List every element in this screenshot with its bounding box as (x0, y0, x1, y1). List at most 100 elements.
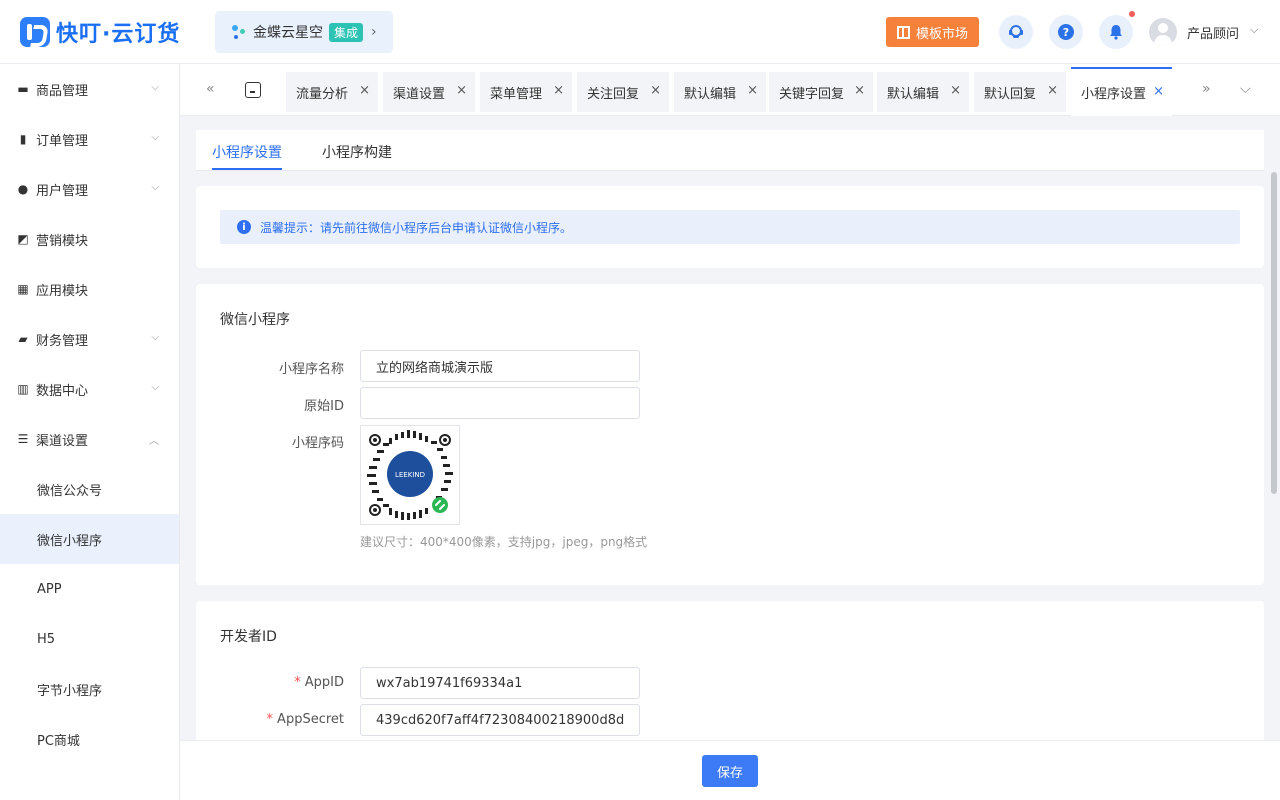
save-button[interactable]: 保存 (702, 755, 758, 787)
sidebar-sub-app[interactable]: APP (0, 564, 179, 614)
close-icon[interactable]: × (854, 83, 865, 98)
sub-tabs: 小程序设置 小程序构建 (196, 130, 1264, 171)
scrollbar[interactable] (1271, 172, 1277, 494)
subtab-mini-build[interactable]: 小程序构建 (322, 142, 392, 162)
tab-label: 默认回复 (984, 86, 1037, 102)
sidebar-item-finance[interactable]: ▰ 财务管理 ⌵ (0, 314, 179, 364)
notice-card: i 温馨提示：请先前往微信小程序后台申请认证微信小程序。 (196, 186, 1264, 268)
mini-name-input[interactable]: 立的网络商城演示版 (360, 350, 640, 382)
notification-dot (1129, 11, 1135, 17)
sidebar-item-orders[interactable]: ▮ 订单管理 ⌵ (0, 114, 179, 164)
chevron-down-icon[interactable]: ⌵ (1250, 23, 1258, 37)
wallet-icon: ▰ (18, 332, 28, 346)
template-market-label: 模板市场 (915, 26, 968, 42)
close-icon[interactable]: × (1153, 84, 1164, 99)
appsecret-input[interactable]: 439cd620f7aff4f72308400218900d8d (360, 704, 640, 736)
tab-menu[interactable]: 菜单管理 × (480, 72, 572, 112)
sidebar-sub-bytedance[interactable]: 字节小程序 (0, 664, 179, 714)
user-icon: ● (17, 182, 29, 196)
sidebar-item-label: 应用模块 (36, 283, 89, 299)
footer-bar: 保存 (180, 740, 1280, 800)
chevron-down-icon: ⌵ (151, 332, 159, 343)
sidebar-item-label: 数据中心 (36, 383, 89, 399)
sidebar-item-label: 订单管理 (36, 133, 89, 149)
sidebar-item-apps[interactable]: ▦ 应用模块 (0, 264, 179, 314)
avatar[interactable] (1149, 18, 1177, 46)
sidebar-item-data[interactable]: ▥ 数据中心 ⌵ (0, 364, 179, 414)
app-logo[interactable]: 快叮·云订货 (20, 16, 180, 48)
required-mark: * (294, 675, 301, 690)
bar-chart-icon: ▥ (17, 382, 29, 396)
sidebar: ▬ 商品管理 ⌵ ▮ 订单管理 ⌵ ● 用户管理 ⌵ ◩ 营销模块 ▦ 应用模块… (0, 64, 180, 800)
close-icon[interactable]: × (553, 83, 564, 98)
sidebar-sub-pc[interactable]: PC商城 (0, 714, 179, 764)
chevron-down-icon: ⌵ (151, 82, 159, 93)
grid-icon: ▦ (17, 282, 29, 296)
tab-follow-reply[interactable]: 关注回复 × (577, 72, 669, 112)
developer-card: 开发者ID * AppID wx7ab19741f69334a1 * AppSecr… (196, 601, 1264, 740)
appsecret-label-text: AppSecret (277, 712, 344, 727)
close-icon[interactable]: × (1047, 83, 1058, 98)
qr-logo-text: LEEKIND (395, 471, 425, 479)
clipboard-icon: ▮ (19, 132, 27, 146)
section-title: 微信小程序 (220, 312, 290, 328)
name-label: 小程序名称 (278, 362, 344, 377)
mini-program-card: 微信小程序 小程序名称 立的网络商城演示版 原始ID 小程序码 LEEKIND … (196, 284, 1264, 585)
tab-default-edit-2[interactable]: 默认编辑 × (877, 72, 969, 112)
brand-name: 金蝶云星空 (253, 25, 323, 41)
notice-text: 温馨提示：请先前往微信小程序后台申请认证微信小程序。 (260, 220, 573, 235)
bell-icon[interactable] (1099, 15, 1133, 49)
close-icon[interactable]: × (650, 83, 661, 98)
tab-label: 默认编辑 (684, 86, 737, 102)
tab-label: 小程序设置 (1081, 87, 1147, 102)
template-market-button[interactable]: 模板市场 (886, 17, 979, 47)
top-header: 快叮·云订货 金蝶云星空 集成 › 模板市场 ? 产品顾问 ⌵ (0, 0, 1280, 64)
home-icon[interactable] (245, 82, 261, 98)
close-icon[interactable]: × (359, 83, 370, 98)
tab-label: 关键字回复 (779, 86, 845, 102)
sidebar-item-users[interactable]: ● 用户管理 ⌵ (0, 164, 179, 214)
sidebar-sub-h5[interactable]: H5 (0, 614, 179, 664)
svg-text:?: ? (1063, 26, 1069, 39)
origin-id-input[interactable] (360, 387, 640, 419)
chevron-right-icon: › (371, 24, 377, 40)
sidebar-sub-wechat-mini[interactable]: 微信小程序 (0, 514, 179, 564)
active-tab-indicator (212, 168, 282, 170)
list-icon: ☰ (17, 432, 29, 446)
appid-input[interactable]: wx7ab19741f69334a1 (360, 667, 640, 699)
mini-program-code-image: LEEKIND (367, 430, 453, 520)
origin-id-label: 原始ID (304, 399, 344, 414)
user-name[interactable]: 产品顾问 (1187, 23, 1239, 42)
close-icon[interactable]: × (747, 83, 758, 98)
required-mark: * (266, 712, 274, 727)
sidebar-sub-wechat-official[interactable]: 微信公众号 (0, 464, 179, 514)
support-icon[interactable] (999, 15, 1033, 49)
close-icon[interactable]: × (950, 83, 961, 98)
sidebar-item-marketing[interactable]: ◩ 营销模块 (0, 214, 179, 264)
tab-label: 默认编辑 (887, 86, 940, 102)
tab-mini-settings[interactable]: 小程序设置 × (1071, 67, 1172, 116)
image-size-hint: 建议尺寸：400*400像素，支持jpg，jpeg，png格式 (360, 535, 648, 549)
qr-code-upload[interactable]: LEEKIND (360, 425, 460, 525)
tab-traffic[interactable]: 流量分析 × (286, 72, 378, 112)
close-icon[interactable]: × (456, 83, 467, 98)
sidebar-item-channel[interactable]: ☰ 渠道设置 ︿ (0, 414, 179, 464)
notice-banner: i 温馨提示：请先前往微信小程序后台申请认证微信小程序。 (220, 210, 1240, 244)
double-chevron-left-icon[interactable]: « (206, 81, 215, 97)
integration-chip[interactable]: 金蝶云星空 集成 › (215, 11, 393, 53)
help-icon[interactable]: ? (1049, 15, 1083, 49)
tab-default-reply[interactable]: 默认回复 × (974, 72, 1066, 112)
sidebar-item-label: 营销模块 (36, 233, 89, 249)
double-chevron-right-icon[interactable]: » (1202, 81, 1211, 97)
chevron-down-icon: ⌵ (151, 132, 159, 143)
subtab-mini-settings[interactable]: 小程序设置 (212, 142, 282, 162)
tab-keyword-reply[interactable]: 关键字回复 × (769, 72, 873, 112)
chevron-down-icon[interactable]: ⌵ (1240, 81, 1251, 97)
tab-channel[interactable]: 渠道设置 × (383, 72, 475, 112)
trend-icon: ◩ (17, 232, 29, 246)
main-content: 小程序设置 小程序构建 i 温馨提示：请先前往微信小程序后台申请认证微信小程序。… (180, 116, 1280, 740)
tab-default-edit[interactable]: 默认编辑 × (674, 72, 766, 112)
info-icon: i (237, 220, 251, 234)
sidebar-item-goods[interactable]: ▬ 商品管理 ⌵ (0, 64, 179, 114)
qr-code-label: 小程序码 (291, 436, 344, 451)
